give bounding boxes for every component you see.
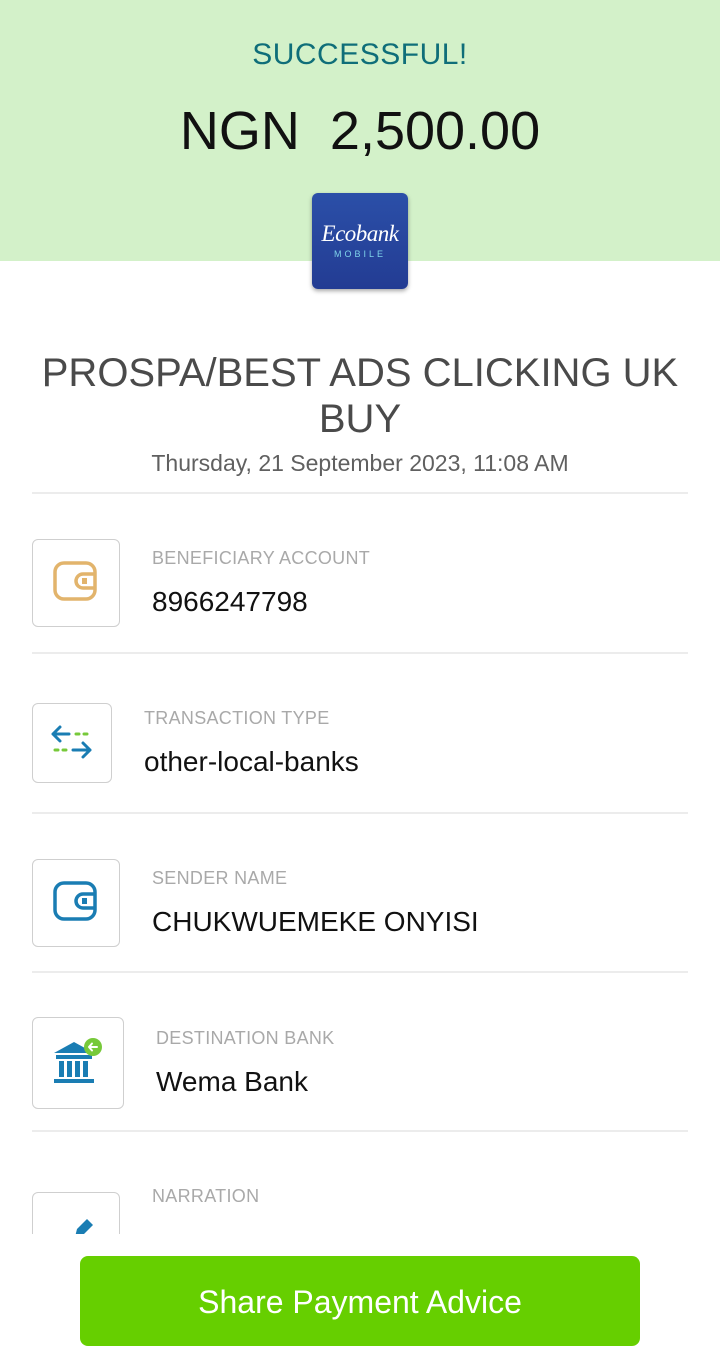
status-text: SUCCESSFUL!	[252, 38, 468, 71]
bank-icon	[50, 1033, 106, 1094]
currency-code: NGN	[179, 101, 300, 161]
detail-value: 8966247798	[152, 586, 308, 617]
detail-label: NARRATION	[152, 1186, 260, 1206]
detail-icon-box	[32, 859, 120, 947]
wallet-icon	[52, 877, 100, 930]
recipient-name: PROSPA/BEST ADS CLICKING UK BUY	[41, 351, 679, 441]
wallet-icon	[52, 557, 100, 610]
detail-label: TRANSACTION TYPE	[144, 708, 330, 728]
divider	[32, 1130, 688, 1132]
divider	[32, 652, 688, 654]
logo-name: Ecobank	[321, 221, 399, 246]
detail-value: other-local-banks	[144, 746, 359, 777]
detail-icon-box	[32, 703, 112, 783]
amount-value: 2,500.00	[329, 101, 541, 161]
transfer-arrows-icon	[49, 718, 95, 769]
detail-icon-box	[32, 539, 120, 627]
bank-logo: Ecobank MOBILE	[312, 193, 408, 289]
detail-label: BENEFICIARY ACCOUNT	[152, 548, 371, 568]
detail-label: SENDER NAME	[152, 868, 288, 888]
amount-display: NGN 2,500.00	[0, 100, 720, 162]
share-payment-advice-button[interactable]: Share Payment Advice	[80, 1256, 640, 1346]
logo-subtitle: MOBILE	[333, 249, 386, 259]
detail-label: DESTINATION BANK	[156, 1028, 335, 1048]
transaction-datetime: Thursday, 21 September 2023, 11:08 AM	[151, 450, 569, 476]
divider	[32, 812, 688, 814]
divider	[32, 492, 688, 494]
divider	[32, 971, 688, 973]
detail-value: CHUKWUEMEKE ONYISI	[152, 906, 479, 937]
detail-value: Wema Bank	[156, 1066, 308, 1097]
detail-icon-box	[32, 1017, 124, 1109]
